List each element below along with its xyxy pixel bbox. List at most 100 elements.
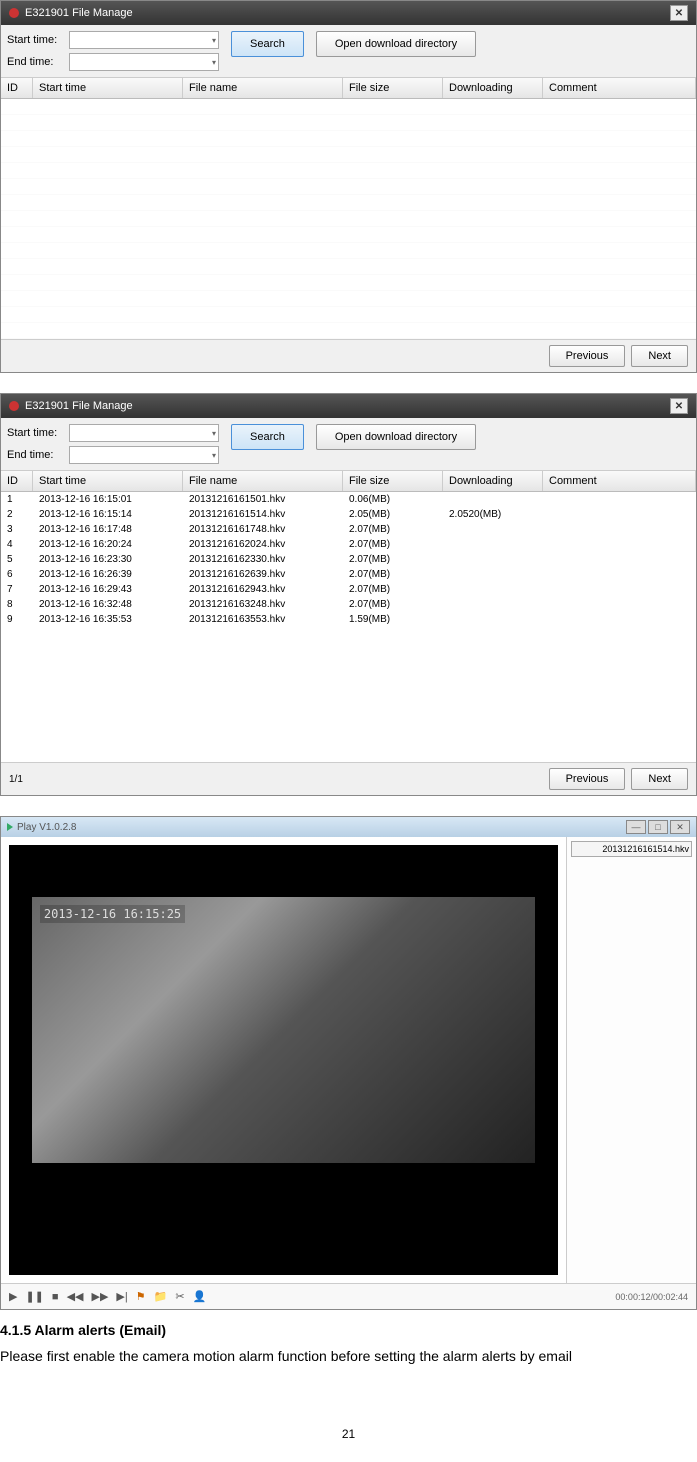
start-time-input[interactable]: ▾ <box>69 31 219 49</box>
table-row[interactable]: 72013-12-16 16:29:4320131216162943.hkv2.… <box>1 582 696 597</box>
cell-start-time: 2013-12-16 16:17:48 <box>33 523 183 536</box>
cell-comment <box>543 508 696 521</box>
col-downloading[interactable]: Downloading <box>443 471 543 491</box>
person-icon[interactable]: 👤 <box>193 1290 207 1303</box>
end-time-label: End time: <box>7 449 63 461</box>
col-file-name[interactable]: File name <box>183 471 343 491</box>
cell-file-size: 2.07(MB) <box>343 583 443 596</box>
end-time-input[interactable]: ▾ <box>69 446 219 464</box>
close-icon[interactable]: ✕ <box>670 5 688 21</box>
search-button[interactable]: Search <box>231 31 304 57</box>
next-button[interactable]: Next <box>631 345 688 367</box>
table-row[interactable]: 12013-12-16 16:15:0120131216161501.hkv0.… <box>1 492 696 507</box>
col-file-name[interactable]: File name <box>183 78 343 98</box>
open-directory-button[interactable]: Open download directory <box>316 424 476 450</box>
cell-start-time: 2013-12-16 16:15:14 <box>33 508 183 521</box>
col-file-size[interactable]: File size <box>343 78 443 98</box>
maximize-icon[interactable]: □ <box>648 820 668 834</box>
video-timestamp: 2013-12-16 16:15:25 <box>40 905 185 923</box>
start-time-input[interactable]: ▾ <box>69 424 219 442</box>
body-paragraph: Please first enable the camera motion al… <box>0 1346 697 1367</box>
previous-button[interactable]: Previous <box>549 345 626 367</box>
end-time-input[interactable]: ▾ <box>69 53 219 71</box>
cell-downloading <box>443 493 543 506</box>
cell-id: 9 <box>1 613 33 626</box>
cell-file-name: 20131216162639.hkv <box>183 568 343 581</box>
cell-comment <box>543 538 696 551</box>
close-icon[interactable]: ✕ <box>670 820 690 834</box>
col-id[interactable]: ID <box>1 78 33 98</box>
open-file-icon[interactable]: 📁 <box>154 1290 168 1303</box>
start-time-label: Start time: <box>7 427 63 439</box>
playlist-file-entry[interactable]: 20131216161514.hkv <box>571 841 692 857</box>
table-row[interactable]: 92013-12-16 16:35:5320131216163553.hkv1.… <box>1 612 696 627</box>
video-frame[interactable]: 2013-12-16 16:15:25 <box>9 845 558 1275</box>
open-directory-button[interactable]: Open download directory <box>316 31 476 57</box>
table-row[interactable]: 62013-12-16 16:26:3920131216162639.hkv2.… <box>1 567 696 582</box>
step-icon[interactable]: ▶| <box>116 1290 127 1303</box>
table-body-empty <box>1 99 696 339</box>
cell-id: 6 <box>1 568 33 581</box>
col-comment[interactable]: Comment <box>543 78 696 98</box>
table-header: ID Start time File name File size Downlo… <box>1 471 696 492</box>
cell-downloading <box>443 553 543 566</box>
window-title: E321901 File Manage <box>25 7 133 19</box>
col-start-time[interactable]: Start time <box>33 471 183 491</box>
pause-icon[interactable]: ❚❚ <box>25 1290 43 1303</box>
col-start-time[interactable]: Start time <box>33 78 183 98</box>
cell-file-size: 1.59(MB) <box>343 613 443 626</box>
cell-id: 1 <box>1 493 33 506</box>
cell-id: 4 <box>1 538 33 551</box>
section-heading: 4.1.5 Alarm alerts (Email) <box>0 1322 697 1338</box>
previous-button[interactable]: Previous <box>549 768 626 790</box>
table-row[interactable]: 52013-12-16 16:23:3020131216162330.hkv2.… <box>1 552 696 567</box>
page-number: 21 <box>0 1427 697 1441</box>
player-title: Play V1.0.2.8 <box>17 822 76 833</box>
scissors-icon[interactable]: ✂ <box>175 1290 184 1303</box>
next-button[interactable]: Next <box>631 768 688 790</box>
cell-file-name: 20131216161514.hkv <box>183 508 343 521</box>
cell-id: 5 <box>1 553 33 566</box>
end-time-label: End time: <box>7 56 63 68</box>
cell-file-name: 20131216162943.hkv <box>183 583 343 596</box>
player-controls-bar: ▶ ❚❚ ■ ◀◀ ▶▶ ▶| ⚑ 📁 ✂ 👤 00:00:12/00:02:4… <box>1 1283 696 1309</box>
timecode: 00:00:12/00:02:44 <box>615 1292 688 1302</box>
player-app-icon <box>7 823 13 831</box>
app-icon <box>9 8 19 18</box>
col-comment[interactable]: Comment <box>543 471 696 491</box>
minimize-icon[interactable]: — <box>626 820 646 834</box>
play-icon[interactable]: ▶ <box>9 1290 17 1303</box>
player-titlebar: Play V1.0.2.8 — □ ✕ <box>1 817 696 837</box>
start-time-label: Start time: <box>7 34 63 46</box>
flag-icon[interactable]: ⚑ <box>136 1290 146 1303</box>
table-row[interactable]: 32013-12-16 16:17:4820131216161748.hkv2.… <box>1 522 696 537</box>
cell-file-size: 2.07(MB) <box>343 568 443 581</box>
cell-file-name: 20131216161501.hkv <box>183 493 343 506</box>
col-file-size[interactable]: File size <box>343 471 443 491</box>
cell-downloading <box>443 583 543 596</box>
close-icon[interactable]: ✕ <box>670 398 688 414</box>
table-row[interactable]: 22013-12-16 16:15:1420131216161514.hkv2.… <box>1 507 696 522</box>
stop-icon[interactable]: ■ <box>52 1291 59 1303</box>
titlebar: E321901 File Manage ✕ <box>1 1 696 25</box>
dropdown-icon: ▾ <box>208 429 216 438</box>
video-area: 2013-12-16 16:15:25 <box>1 837 566 1283</box>
search-button[interactable]: Search <box>231 424 304 450</box>
cell-file-size: 2.07(MB) <box>343 538 443 551</box>
file-manager-window-populated: E321901 File Manage ✕ Start time: ▾ End … <box>0 393 697 796</box>
table-row[interactable]: 42013-12-16 16:20:2420131216162024.hkv2.… <box>1 537 696 552</box>
table-row[interactable]: 82013-12-16 16:32:4820131216163248.hkv2.… <box>1 597 696 612</box>
cell-file-size: 0.06(MB) <box>343 493 443 506</box>
dropdown-icon: ▾ <box>208 58 216 67</box>
cell-file-size: 2.07(MB) <box>343 598 443 611</box>
controls-bar: Start time: ▾ End time: ▾ Search Open do… <box>1 418 696 471</box>
cell-start-time: 2013-12-16 16:20:24 <box>33 538 183 551</box>
col-id[interactable]: ID <box>1 471 33 491</box>
forward-icon[interactable]: ▶▶ <box>91 1290 108 1303</box>
cell-comment <box>543 598 696 611</box>
col-downloading[interactable]: Downloading <box>443 78 543 98</box>
rewind-icon[interactable]: ◀◀ <box>67 1290 84 1303</box>
cell-comment <box>543 613 696 626</box>
cell-comment <box>543 523 696 536</box>
cell-start-time: 2013-12-16 16:29:43 <box>33 583 183 596</box>
